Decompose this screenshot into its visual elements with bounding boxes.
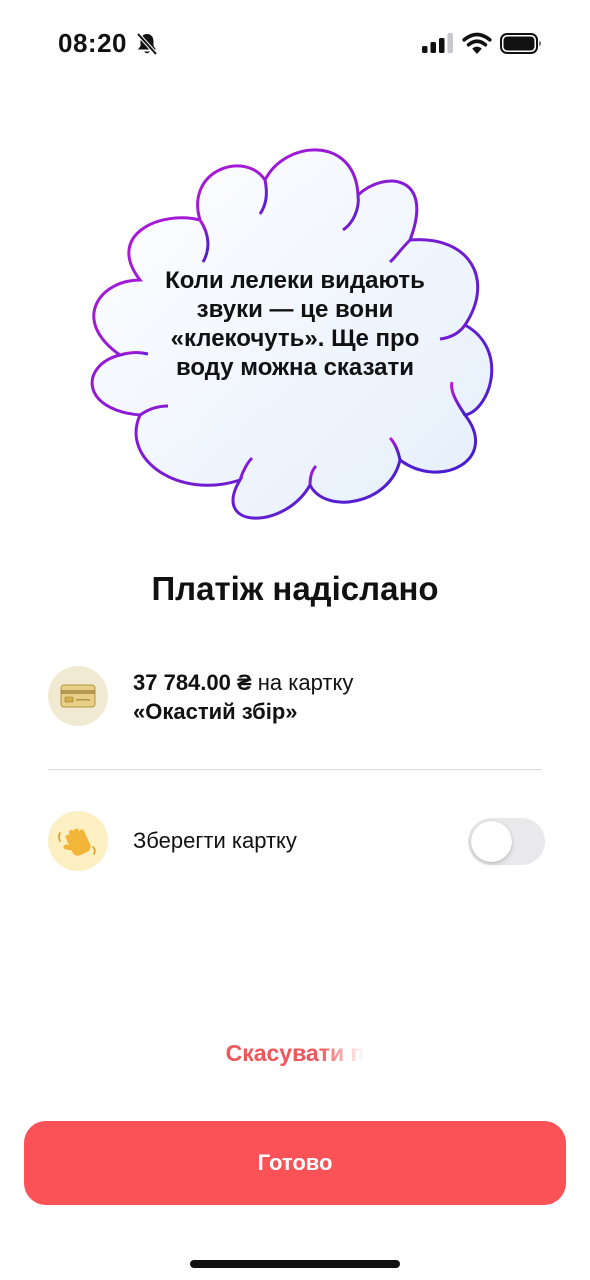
battery-icon — [500, 33, 541, 54]
fun-fact-text: Коли лелеки видають звуки — це вони «кле… — [165, 267, 425, 381]
payment-amount-line: 37 784.00 ₴ на картку — [133, 668, 353, 697]
hand-icon-circle — [48, 811, 108, 871]
status-bar: 08:20 — [0, 0, 590, 90]
done-button[interactable]: Готово — [24, 1121, 566, 1205]
divider — [48, 769, 542, 770]
page-title: Платіж надіслано — [151, 570, 439, 607]
status-time: 08:20 — [58, 28, 127, 58]
payment-recipient: «Окастий збір» — [133, 699, 298, 724]
done-button-label: Готово — [257, 1150, 333, 1175]
cancel-payment-link[interactable]: Скасувати п — [0, 1040, 590, 1067]
save-card-toggle[interactable] — [468, 818, 545, 865]
payment-amount: 37 784.00 ₴ — [133, 670, 252, 695]
wifi-icon — [462, 32, 492, 54]
card-icon-circle — [48, 666, 108, 726]
cancel-payment-label: Скасувати п — [225, 1040, 365, 1066]
credit-card-icon — [60, 684, 96, 708]
payment-summary: 37 784.00 ₴ на картку «Окастий збір» — [133, 668, 353, 726]
payment-amount-suffix: на картку — [251, 670, 354, 695]
toggle-knob — [471, 821, 512, 862]
waving-hand-icon — [58, 828, 96, 856]
bell-slash-icon — [136, 32, 158, 56]
home-indicator — [190, 1260, 400, 1268]
payment-recipient-line: «Окастий збір» — [133, 697, 353, 726]
save-card-label: Зберегти картку — [133, 828, 297, 853]
cellular-signal-icon — [422, 33, 453, 53]
fun-fact-cloud: Коли лелеки видають звуки — це вони «кле… — [60, 140, 530, 530]
